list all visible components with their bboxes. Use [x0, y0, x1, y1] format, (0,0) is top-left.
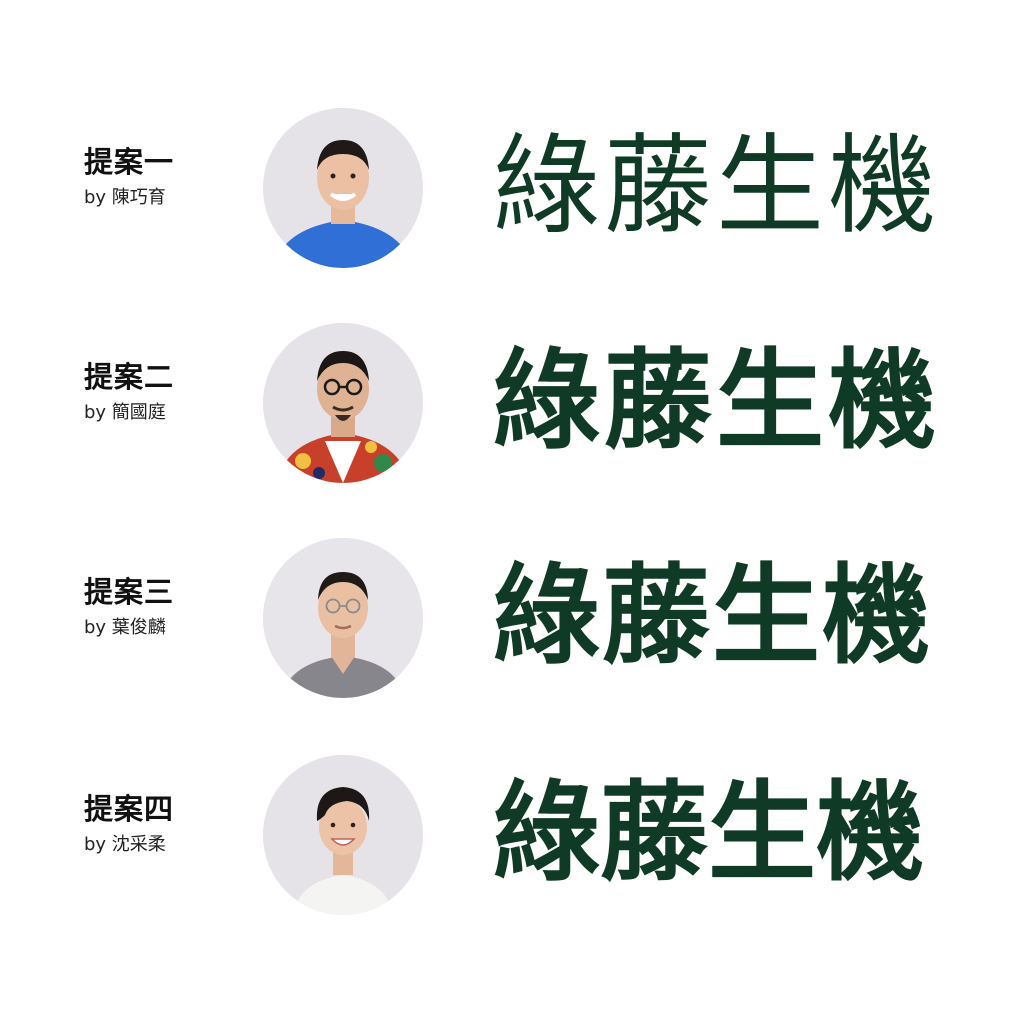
proposal-row-3: 提案三 by 葉俊麟 綠藤生機 [0, 533, 1024, 703]
brand-wordmark: 綠藤生機 [492, 339, 941, 464]
proposal-author: by 葉俊麟 [84, 617, 166, 638]
proposal-comparison-page: 提案一 by 陳巧育 綠藤生機 提案二 by 簡國庭 綠藤生機 提案三 by 葉… [0, 0, 1024, 1024]
proposal-label: 提案三 by 葉俊麟 [84, 575, 234, 641]
proposal-title: 提案四 [84, 792, 175, 826]
proposal-label: 提案二 by 簡國庭 [84, 360, 234, 426]
designer-avatar [263, 538, 423, 698]
proposal-row-2: 提案二 by 簡國庭 綠藤生機 [0, 318, 1024, 488]
brand-wordmark: 綠藤生機 [492, 554, 933, 679]
designer-avatar [263, 108, 423, 268]
proposal-author: by 陳巧育 [84, 187, 166, 208]
person-portrait-icon [263, 755, 423, 915]
designer-avatar [263, 323, 423, 483]
proposal-label: 提案一 by 陳巧育 [84, 145, 234, 211]
proposal-label: 提案四 by 沈采柔 [84, 792, 234, 858]
proposal-title: 提案三 [84, 575, 175, 609]
proposal-author: by 沈采柔 [84, 834, 166, 855]
proposal-title: 提案一 [84, 145, 175, 179]
person-portrait-icon [263, 108, 423, 268]
proposal-row-1: 提案一 by 陳巧育 綠藤生機 [0, 103, 1024, 273]
proposal-author: by 簡國庭 [84, 402, 166, 423]
proposal-row-4: 提案四 by 沈采柔 綠藤生機 [0, 750, 1024, 920]
designer-avatar [263, 755, 423, 915]
person-portrait-icon [263, 538, 423, 698]
brand-wordmark: 綠藤生機 [492, 124, 941, 249]
proposal-title: 提案二 [84, 360, 175, 394]
person-portrait-icon [263, 323, 423, 483]
brand-wordmark: 綠藤生機 [492, 771, 925, 896]
